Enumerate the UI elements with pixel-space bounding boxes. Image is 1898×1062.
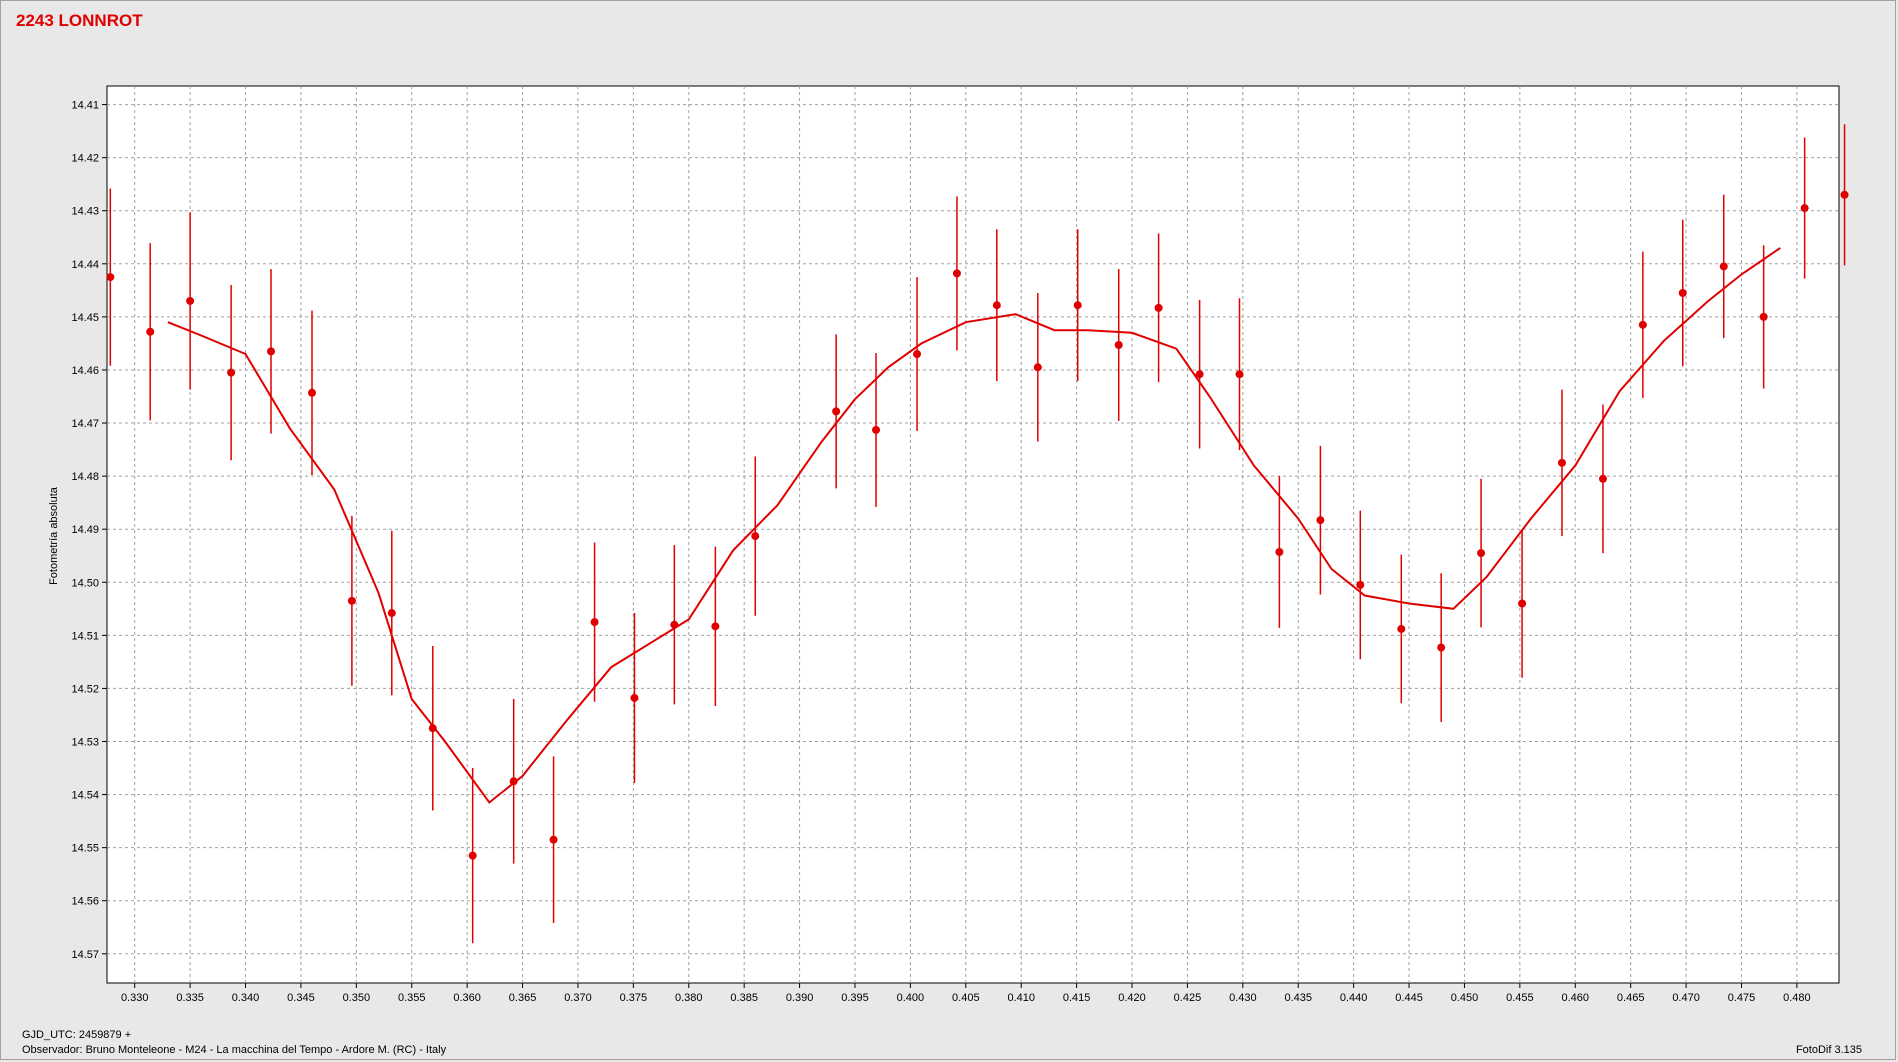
data-point: [1073, 301, 1082, 310]
x-tick-label: 0.340: [232, 992, 260, 1004]
data-point: [1275, 548, 1284, 557]
data-point: [1598, 474, 1607, 483]
y-tick-label: 14.46: [71, 365, 99, 377]
y-tick-label: 14.42: [71, 153, 99, 165]
x-tick-label: 0.395: [841, 992, 869, 1004]
data-point: [1033, 363, 1042, 372]
data-point: [1719, 262, 1728, 271]
data-point: [186, 296, 195, 305]
data-point: [267, 347, 276, 356]
data-point: [1114, 341, 1123, 350]
data-point: [387, 609, 396, 618]
chart-plot: 0.330 0.335 0.340 0.345 0.350 0.355 0.360 0.365…: [48, 85, 1849, 1004]
x-tick-label: 0.445: [1395, 992, 1423, 1004]
y-tick-label: 14.52: [71, 683, 99, 695]
x-axis-ticks: 0.330 0.335 0.340 0.345 0.350 0.355 0.360 0.365…: [121, 983, 1811, 1004]
x-tick-label: 0.470: [1672, 992, 1700, 1004]
x-tick-label: 0.400: [897, 992, 925, 1004]
y-tick-label: 14.53: [71, 737, 99, 749]
data-point: [1800, 204, 1809, 213]
data-point: [227, 368, 236, 377]
data-point: [952, 269, 961, 278]
data-point: [1678, 289, 1687, 297]
data-point: [1638, 320, 1647, 329]
x-tick-label: 0.360: [453, 992, 481, 1004]
data-point: [1840, 190, 1849, 199]
plot-area: [106, 85, 1840, 984]
x-tick-label: 0.410: [1007, 992, 1035, 1004]
x-tick-label: 0.390: [786, 992, 814, 1004]
data-point: [468, 851, 477, 860]
data-point: [1397, 624, 1406, 633]
data-point: [146, 327, 155, 336]
x-tick-label: 0.330: [121, 992, 149, 1004]
y-tick-label: 14.51: [71, 630, 99, 642]
x-tick-label: 0.370: [564, 992, 592, 1004]
data-point: [1477, 549, 1486, 558]
x-tick-label: 0.440: [1340, 992, 1368, 1004]
y-axis-label: Fotometría absoluta: [48, 486, 60, 585]
y-tick-label: 14.57: [71, 949, 99, 961]
data-point: [1518, 599, 1527, 608]
x-tick-label: 0.435: [1284, 992, 1312, 1004]
data-point: [509, 777, 518, 786]
y-tick-label: 14.45: [71, 312, 99, 324]
x-tick-label: 0.460: [1562, 992, 1590, 1004]
x-tick-label: 0.350: [343, 992, 371, 1004]
data-point: [630, 693, 639, 702]
x-tick-label: 0.475: [1728, 992, 1756, 1004]
y-tick-label: 14.55: [71, 843, 99, 855]
x-tick-label: 0.415: [1063, 992, 1091, 1004]
observer-label: Observador: Bruno Monteleone - M24 - La …: [22, 1044, 447, 1056]
data-point: [1557, 458, 1566, 467]
data-point: [308, 388, 317, 397]
x-tick-label: 0.365: [509, 992, 537, 1004]
data-point: [347, 596, 356, 605]
data-point: [913, 350, 922, 359]
data-point: [1437, 643, 1446, 652]
x-tick-label: 0.385: [730, 992, 758, 1004]
x-tick-label: 0.355: [398, 992, 426, 1004]
x-tick-label: 0.465: [1617, 992, 1645, 1004]
x-tick-label: 0.380: [675, 992, 703, 1004]
data-point: [428, 724, 437, 733]
y-axis-ticks: 14.41 14.42 14.43 14.44 14.45 14.46 14.47 14.48…: [71, 100, 107, 961]
x-tick-label: 0.345: [287, 992, 315, 1004]
y-tick-label: 14.50: [71, 577, 99, 589]
data-point: [106, 273, 115, 282]
y-tick-label: 14.54: [71, 790, 99, 802]
data-point: [1154, 303, 1163, 312]
data-point: [549, 835, 558, 844]
y-tick-label: 14.44: [71, 259, 99, 271]
x-tick-label: 0.420: [1118, 992, 1146, 1004]
x-tick-label: 0.450: [1451, 992, 1479, 1004]
data-point: [711, 622, 720, 631]
data-point: [1235, 370, 1244, 379]
x-tick-label: 0.455: [1506, 992, 1534, 1004]
data-point: [590, 618, 599, 627]
data-point: [992, 301, 1001, 310]
y-tick-label: 14.49: [71, 524, 99, 536]
data-point: [670, 620, 679, 629]
data-point: [1759, 312, 1768, 321]
y-tick-label: 14.56: [71, 896, 99, 908]
version-label: FotoDif 3.135: [1795, 1044, 1862, 1056]
y-tick-label: 14.41: [71, 100, 99, 112]
data-point: [872, 425, 881, 434]
data-point: [1356, 580, 1365, 589]
y-tick-label: 14.48: [71, 471, 99, 483]
y-tick-label: 14.47: [71, 418, 99, 430]
x-tick-label: 0.430: [1229, 992, 1257, 1004]
data-point: [1316, 516, 1325, 525]
gjd-label: GJD_UTC: 2459879 +: [22, 1029, 132, 1041]
data-point: [1195, 370, 1204, 379]
x-tick-label: 0.480: [1783, 992, 1811, 1004]
x-tick-label: 0.425: [1174, 992, 1202, 1004]
x-tick-label: 0.335: [176, 992, 204, 1004]
y-tick-label: 14.43: [71, 206, 99, 218]
data-point: [832, 407, 841, 416]
x-tick-label: 0.405: [952, 992, 980, 1004]
data-point: [751, 532, 760, 541]
x-tick-label: 0.375: [620, 992, 648, 1004]
